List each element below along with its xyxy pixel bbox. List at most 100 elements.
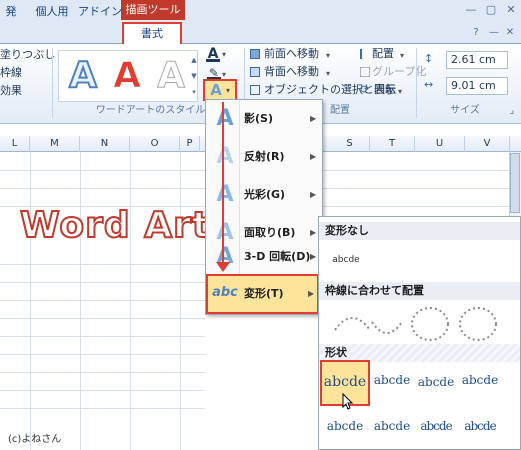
menu-item-shadow[interactable]: A 影(S) ▶ (210, 100, 318, 138)
group-separator (52, 48, 53, 118)
help-icon[interactable]: ? (470, 28, 482, 38)
menu-item-glow[interactable]: A 光彩(G) ▶ (210, 176, 318, 214)
selection-pane-icon (250, 85, 260, 95)
chevron-down-icon[interactable]: ▾ (222, 70, 226, 79)
column-header[interactable]: N (80, 136, 130, 152)
width-input[interactable]: 9.01 cm (446, 77, 508, 95)
column-header[interactable]: S (330, 136, 370, 152)
gallery-item-warp[interactable]: abcde (370, 366, 414, 394)
height-input[interactable]: 2.61 cm (446, 51, 508, 69)
path-arch-down-icon (371, 321, 403, 334)
column-header[interactable]: V (465, 136, 510, 152)
grid-line (0, 354, 205, 355)
align-button[interactable]: 配置 (372, 47, 394, 61)
height-icon: ↕ (424, 52, 434, 65)
path-button-icon (459, 307, 497, 341)
restore-icon[interactable]: ▢ (484, 4, 498, 16)
grid-line (0, 408, 205, 409)
gallery-item-warp[interactable]: abcde (414, 368, 458, 396)
gallery-item-warp[interactable]: abcde (323, 412, 367, 440)
gallery-item-no-transform[interactable]: abcde (324, 246, 368, 274)
grid-line (0, 188, 205, 189)
chevron-down-icon[interactable]: ▾ (326, 51, 330, 60)
minimize-icon[interactable]: — (464, 4, 478, 16)
submenu-arrow-icon: ▶ (308, 289, 315, 298)
transform-icon: abc (212, 285, 238, 300)
grid-line (0, 300, 205, 301)
rotate-button[interactable]: 回転 (374, 83, 396, 97)
send-backward-button[interactable]: 背面へ移動 (264, 65, 319, 79)
rotate-icon: ⟳ (360, 83, 370, 96)
gallery-header-no-transform: 変形なし (319, 222, 520, 240)
gallery-item-warp[interactable]: abcde (458, 366, 502, 394)
gallery-item-warp[interactable]: abcde (458, 412, 502, 440)
column-header[interactable]: M (30, 136, 80, 152)
chevron-down-icon[interactable]: ▾ (400, 51, 404, 60)
gallery-item-warp[interactable]: abcde (323, 368, 367, 396)
shape-fill-button[interactable]: 塗りつぶし (0, 48, 55, 62)
scrollbar-thumb[interactable] (510, 153, 520, 213)
text-fill-icon[interactable]: A (206, 46, 220, 62)
gallery-header-follow-path: 枠線に合わせて配置 (319, 282, 520, 300)
reflection-icon: A (216, 144, 234, 169)
wordart-sample-1[interactable]: A (60, 55, 106, 97)
submenu-arrow-icon: ▶ (310, 228, 317, 237)
group-icon (360, 67, 370, 77)
tab-addins[interactable]: アドイン (78, 2, 122, 21)
column-header[interactable]: O (130, 136, 180, 152)
path-arch-up-icon (334, 317, 371, 331)
text-effects-icon: A (210, 81, 222, 99)
column-header[interactable]: T (370, 136, 415, 152)
grid-line (0, 170, 205, 171)
chevron-down-icon[interactable]: ▾ (398, 87, 402, 96)
wordart-sample-3[interactable]: A (148, 55, 194, 96)
gallery-item-warp[interactable]: abcde (370, 412, 414, 440)
close-icon[interactable]: ✕ (504, 4, 518, 16)
menu-item-reflection[interactable]: A 反射(R) ▶ (210, 138, 318, 176)
text-outline-icon[interactable]: ✎ (207, 66, 221, 80)
annotation-arrow (222, 102, 224, 266)
grid-line (0, 318, 205, 319)
bring-forward-button[interactable]: 前面へ移動 (264, 47, 319, 61)
grid-line (320, 188, 510, 189)
grid-line (0, 282, 205, 283)
grid-line (0, 390, 205, 391)
shape-outline-button[interactable]: 枠線 (0, 66, 22, 80)
minimize-ribbon-icon[interactable]: — (488, 28, 500, 38)
align-icon (360, 49, 370, 59)
grid-line (0, 336, 205, 337)
gallery-item-warp[interactable]: abcde (414, 412, 458, 440)
bring-forward-icon (250, 49, 260, 59)
column-header[interactable]: U (415, 136, 465, 152)
tab-format[interactable]: 書式 (122, 22, 182, 44)
annotation-arrowhead-icon (216, 262, 230, 272)
shadow-icon: A (216, 106, 234, 131)
follow-path-samples[interactable] (330, 300, 516, 346)
chevron-down-icon: ▾ (226, 86, 231, 95)
tool-group-header: 描画ツール (121, 0, 185, 20)
group-separator (416, 48, 417, 118)
chevron-down-icon[interactable]: ▾ (222, 50, 226, 59)
close-workbook-icon[interactable]: ✕ (504, 28, 516, 38)
tab-personal[interactable]: 個人用 (30, 2, 74, 21)
group-button[interactable]: グループ化 (372, 65, 426, 79)
grid-line (180, 152, 181, 450)
shape-effects-button[interactable]: 効果 (0, 84, 22, 98)
grid-line (320, 206, 510, 207)
send-backward-icon (250, 67, 260, 77)
column-header[interactable]: P (180, 136, 200, 152)
tab-partial[interactable]: 発 (2, 2, 20, 21)
dialog-launcher-icon[interactable]: ⌟ (506, 106, 518, 116)
size-group-label: サイズ (450, 105, 480, 116)
gallery-scroll-icon[interactable]: ▲ ▼ ▾ (190, 52, 198, 100)
wordart-sample-2[interactable]: A (104, 55, 150, 96)
tab-row (0, 22, 521, 44)
column-header[interactable]: L (0, 136, 30, 152)
grid-line (80, 152, 81, 450)
wordart-text-object[interactable]: Word Art (19, 204, 210, 247)
glow-icon: A (216, 182, 234, 207)
grid-line (320, 170, 510, 171)
submenu-arrow-icon: ▶ (310, 190, 317, 199)
submenu-arrow-icon: ▶ (310, 152, 317, 161)
chevron-down-icon[interactable]: ▾ (326, 69, 330, 78)
